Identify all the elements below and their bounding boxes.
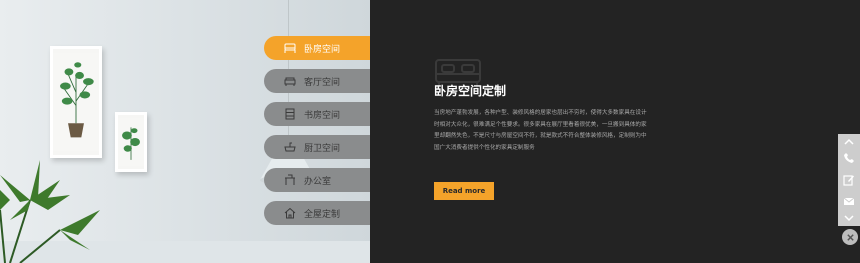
mail-icon xyxy=(843,197,855,205)
up-arrow-icon xyxy=(844,138,854,145)
house-icon xyxy=(284,207,296,219)
bookshelf-icon xyxy=(284,108,296,120)
menu-item-label: 书房空间 xyxy=(304,110,341,121)
menu-item-label: 卧房空间 xyxy=(304,44,341,55)
office-desk-icon xyxy=(284,174,296,186)
phone-icon xyxy=(844,153,854,163)
toolbar-close-button[interactable] xyxy=(842,229,858,245)
menu-item-office[interactable]: 办公室 xyxy=(264,168,370,192)
close-icon xyxy=(846,233,854,241)
sofa-icon xyxy=(284,75,296,87)
down-arrow-icon xyxy=(844,215,854,222)
floating-toolbar xyxy=(838,134,860,226)
menu-item-study-room[interactable]: 书房空间 xyxy=(264,102,370,126)
phone-button[interactable] xyxy=(838,148,860,168)
potted-palm-plant xyxy=(0,160,100,263)
menu-item-whole-house[interactable]: 全屋定制 xyxy=(264,201,370,225)
section-description: 当房地产蓬勃发展，各种户型、装修风格的居家也层出不穷时，使得大多数家具在设计时相… xyxy=(434,110,647,151)
menu-item-label: 办公室 xyxy=(304,176,332,187)
menu-item-label: 客厅空间 xyxy=(304,77,341,88)
read-more-button[interactable]: Read more xyxy=(434,182,494,200)
menu-item-kitchen-bath[interactable]: 厨卫空间 xyxy=(264,135,370,159)
menu-item-label: 厨卫空间 xyxy=(304,143,341,154)
message-button[interactable] xyxy=(838,170,860,190)
edit-icon xyxy=(843,175,854,186)
section-title: 卧房空间定制 xyxy=(434,84,507,98)
menu-item-living-room[interactable]: 客厅空间 xyxy=(264,69,370,93)
menu-item-label: 全屋定制 xyxy=(304,209,341,220)
scroll-down-button[interactable] xyxy=(838,208,860,228)
menu-item-bedroom[interactable]: 卧房空间 xyxy=(264,36,370,60)
sink-icon xyxy=(284,141,296,153)
framed-plant-print-small xyxy=(115,112,147,172)
bed-icon xyxy=(284,42,296,54)
